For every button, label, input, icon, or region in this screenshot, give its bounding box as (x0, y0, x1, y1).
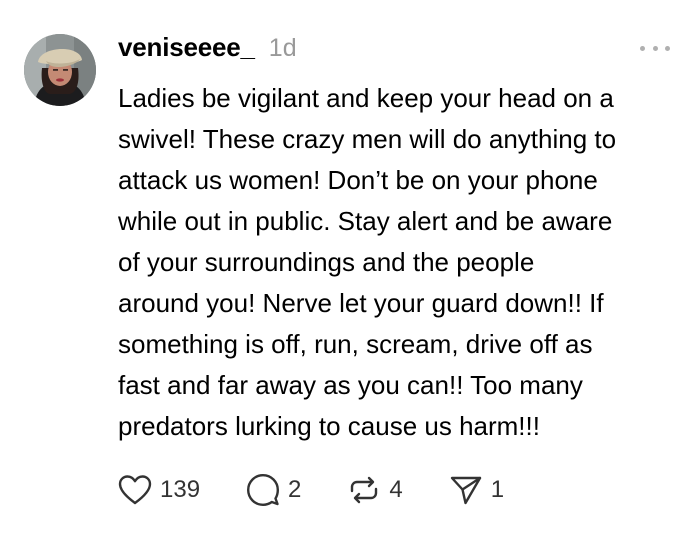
comment-icon (247, 474, 280, 506)
heart-icon (118, 475, 152, 505)
like-button[interactable]: 139 (118, 474, 200, 506)
more-horizontal-icon-dot (665, 45, 670, 51)
reply-button[interactable]: 2 (246, 473, 301, 507)
thread-post: veniseeee_ 1d Ladies be vigilant and kee… (0, 0, 700, 538)
action-bar: 139 2 4 1 (118, 472, 504, 508)
send-icon (450, 476, 481, 505)
more-options-button[interactable] (640, 40, 670, 56)
repost-count: 4 (389, 476, 403, 503)
avatar-image (24, 34, 96, 106)
more-horizontal-icon-dot (652, 45, 658, 51)
username[interactable]: veniseeee_ (118, 32, 255, 63)
reply-count: 2 (288, 476, 302, 503)
more-horizontal-icon (640, 45, 645, 51)
post-text: Ladies be vigilant and keep your head on… (118, 83, 617, 441)
avatar[interactable] (24, 34, 96, 106)
timestamp[interactable]: 1d (269, 34, 297, 63)
share-count: 1 (490, 476, 505, 503)
share-button[interactable]: 1 (449, 473, 504, 507)
post-header: veniseeee_ 1d (118, 32, 297, 64)
like-count: 139 (160, 476, 201, 503)
repost-icon (351, 476, 378, 504)
repost-button[interactable]: 4 (347, 473, 403, 507)
